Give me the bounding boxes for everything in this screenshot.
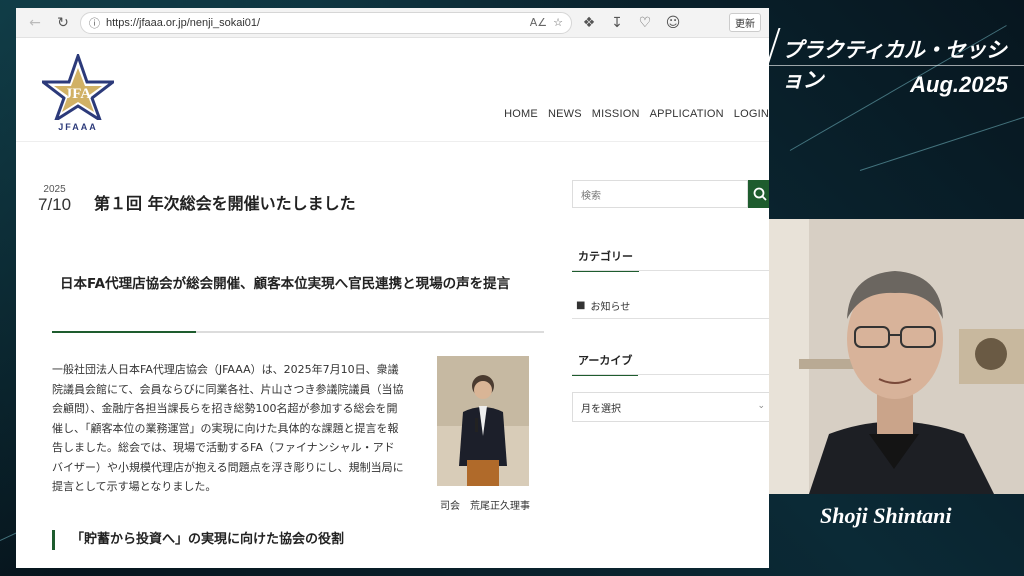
browser-toolbar: ← ↻ ⓘ https://jfaaa.or.jp/nenji_sokai01/… <box>16 8 769 38</box>
update-button[interactable]: 更新 <box>729 13 761 32</box>
category-item[interactable]: ■ お知らせ <box>576 298 630 313</box>
post-body: 一般社団法人日本FA代理店協会（JFAAA）は、2025年7月10日、衆議院議員… <box>52 363 404 493</box>
title-rule <box>768 65 1024 66</box>
divider <box>572 270 769 271</box>
browser-window: ← ↻ ⓘ https://jfaaa.or.jp/nenji_sokai01/… <box>16 8 769 568</box>
divider <box>572 318 769 319</box>
logo-text: JFAAA <box>58 122 98 132</box>
nav-news[interactable]: NEWS <box>548 108 582 120</box>
logo-letters: JFA <box>65 86 92 102</box>
refresh-icon[interactable]: ↻ <box>52 12 74 34</box>
nav-login[interactable]: LOGIN <box>734 108 769 120</box>
divider <box>572 374 769 375</box>
profile-icon[interactable]: ☺ <box>662 12 684 34</box>
sidebar: 検索 カテゴリー ■ お知らせ アーカイブ 月を選択 ⌄ <box>572 142 769 568</box>
month-select-label: 月を選択 <box>581 403 621 415</box>
nav-application[interactable]: APPLICATION <box>650 108 724 120</box>
main-content: 2025 7/10 第１回 年次総会を開催いたしました 日本FA代理店協会が総会… <box>16 142 556 568</box>
site-header: JFA JFAAA HOME NEWS MISSION APPLICATION … <box>16 38 769 142</box>
nav-mission[interactable]: MISSION <box>592 108 640 120</box>
url-text: https://jfaaa.or.jp/nenji_sokai01/ <box>106 16 261 29</box>
search-icon <box>753 187 767 201</box>
post-subheading: 日本FA代理店協会が総会開催、顧客本位実現へ官民連携と現場の声を提言 <box>60 276 511 292</box>
photo-caption: 司会 荒尾正久理事 <box>440 501 530 512</box>
heart-icon[interactable]: ♡ <box>634 12 656 34</box>
post-date: 2025 7/10 <box>38 184 71 215</box>
photo-illustration <box>437 356 529 486</box>
post-title: 第１回 年次総会を開催いたしました <box>94 194 356 213</box>
downloads-icon[interactable]: ↧ <box>606 12 628 34</box>
section-heading: 「貯蓄から投資へ」の実現に向けた協会の役割 <box>52 530 344 550</box>
nav-home[interactable]: HOME <box>504 108 538 120</box>
search-button[interactable] <box>748 180 769 208</box>
main-nav: HOME NEWS MISSION APPLICATION LOGIN <box>504 108 769 120</box>
subheading-underline <box>52 331 544 333</box>
category-label: お知らせ <box>590 302 631 313</box>
speaker-name: Shoji Shintani <box>820 503 952 528</box>
categories-heading: カテゴリー <box>572 248 639 272</box>
site-logo[interactable]: JFA JFAAA <box>38 51 118 134</box>
address-bar[interactable]: ⓘ https://jfaaa.or.jp/nenji_sokai01/ A∠ … <box>80 11 572 34</box>
info-icon[interactable]: ⓘ <box>89 15 100 31</box>
speaker-video <box>769 219 1024 494</box>
month-select[interactable]: 月を選択 ⌄ <box>572 392 769 422</box>
folder-icon: ■ <box>576 300 586 311</box>
archive-heading: アーカイブ <box>572 352 639 376</box>
chevron-down-icon: ⌄ <box>757 401 765 411</box>
search-input[interactable]: 検索 <box>572 180 748 208</box>
logo-star-icon: JFA <box>38 51 118 124</box>
speaker-photo <box>437 356 529 486</box>
session-date: Aug.2025 <box>910 72 1008 97</box>
favorite-icon[interactable]: ☆ <box>553 16 563 29</box>
back-icon[interactable]: ← <box>24 12 46 34</box>
speaker-illustration <box>769 219 1024 494</box>
post-year: 2025 <box>43 184 66 195</box>
post-day: 7/10 <box>38 195 72 214</box>
read-aloud-icon[interactable]: A∠ <box>530 16 547 29</box>
extensions-icon[interactable]: ❖ <box>578 12 600 34</box>
